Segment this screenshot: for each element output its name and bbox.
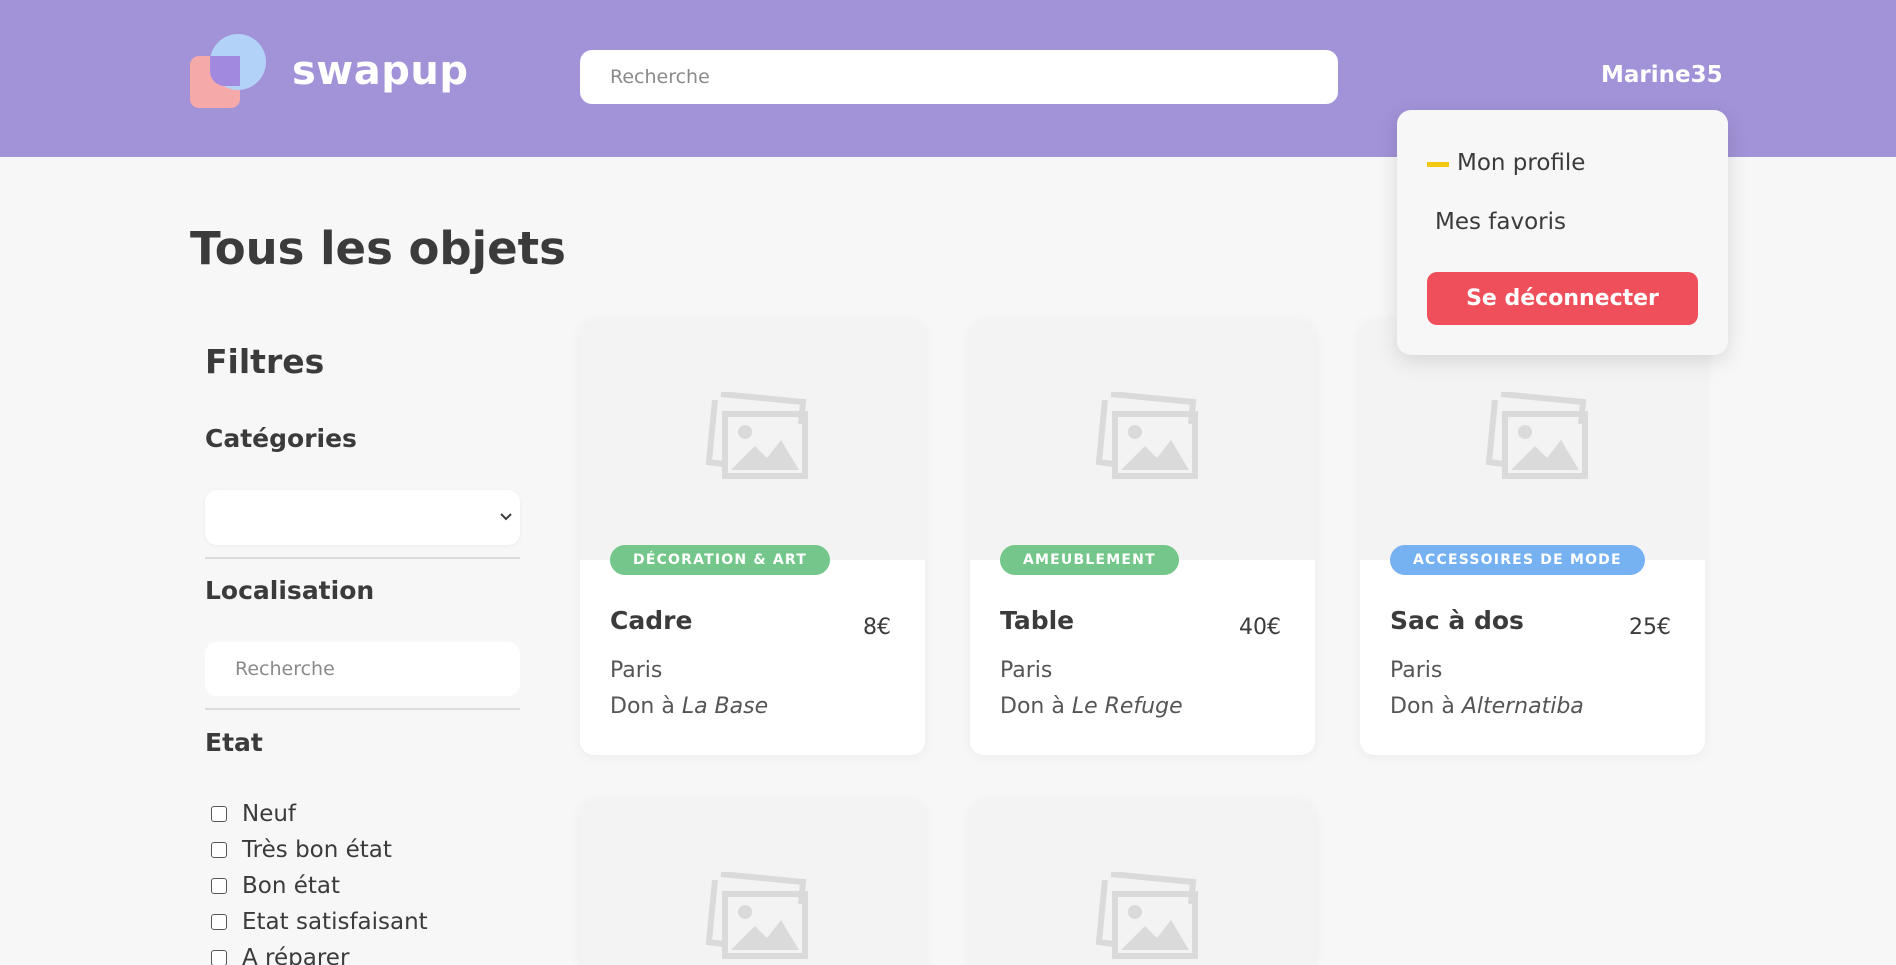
search-input[interactable] (580, 50, 1338, 104)
brand-name[interactable]: swapup (292, 48, 469, 94)
donation-prefix: Don à (1390, 694, 1462, 719)
state-checkbox[interactable] (211, 950, 227, 965)
card-price: 25€ (1629, 615, 1671, 640)
page-title: Tous les objets (190, 222, 566, 275)
category-badge: AMEUBLEMENT (1000, 545, 1179, 575)
categories-select[interactable] (205, 490, 520, 545)
state-checkbox-list: Neuf Très bon état Bon état Etat satisfa… (211, 796, 428, 965)
card-price: 40€ (1239, 615, 1281, 640)
logo-overlap (210, 56, 240, 86)
image-placeholder-icon (705, 872, 808, 959)
item-card[interactable]: AMEUBLEMENT Table 40€ Paris Don à Le Ref… (970, 320, 1315, 755)
card-image (580, 320, 925, 560)
card-city: Paris (1000, 658, 1053, 683)
location-search-input[interactable] (205, 642, 520, 696)
card-price: 8€ (863, 615, 891, 640)
user-dropdown-menu: Mon profile Mes favoris Se déconnecter (1397, 110, 1728, 355)
card-image (580, 800, 925, 965)
state-option-label: Bon état (242, 873, 341, 899)
chevron-down-icon (500, 513, 512, 521)
card-city: Paris (1390, 658, 1443, 683)
card-image (970, 800, 1315, 965)
card-donation: Don à Le Refuge (1000, 694, 1183, 719)
image-placeholder-icon (1095, 872, 1198, 959)
swapup-logo[interactable] (190, 34, 270, 110)
state-checkbox[interactable] (211, 806, 227, 822)
categories-label: Catégories (205, 424, 357, 453)
item-card[interactable]: DÉCORATION & ART Cadre 8€ Paris Don à La… (580, 320, 925, 755)
state-label: Etat (205, 728, 263, 757)
card-title: Sac à dos (1390, 606, 1524, 635)
state-checkbox[interactable] (211, 878, 227, 894)
card-donation: Don à La Base (610, 694, 768, 719)
menu-item-profile[interactable]: Mon profile (1457, 150, 1585, 176)
state-option-label: Etat satisfaisant (242, 909, 428, 935)
state-option[interactable]: Neuf (211, 796, 428, 832)
user-menu-toggle[interactable]: Marine35 (1601, 62, 1723, 88)
category-badge: ACCESSOIRES DE MODE (1390, 545, 1645, 575)
filter-divider (205, 557, 520, 559)
state-option-label: Très bon état (242, 837, 392, 863)
card-image (970, 320, 1315, 560)
card-title: Cadre (610, 606, 693, 635)
state-checkbox[interactable] (211, 914, 227, 930)
item-card[interactable]: ACCESSOIRES DE MODE Sac à dos 25€ Paris … (1360, 320, 1705, 755)
active-item-marker (1427, 162, 1449, 167)
donation-prefix: Don à (1000, 694, 1072, 719)
state-option[interactable]: A réparer (211, 940, 428, 965)
card-donation: Don à Alternatiba (1390, 694, 1584, 719)
image-placeholder-icon (1095, 392, 1198, 479)
card-image (1360, 320, 1705, 560)
donation-prefix: Don à (610, 694, 682, 719)
donation-org: La Base (681, 694, 769, 719)
image-placeholder-icon (1485, 392, 1588, 479)
category-badge: DÉCORATION & ART (610, 545, 830, 575)
card-title: Table (1000, 606, 1075, 635)
card-city: Paris (610, 658, 663, 683)
state-option[interactable]: Etat satisfaisant (211, 904, 428, 940)
item-card[interactable] (970, 800, 1315, 965)
filters-title: Filtres (205, 342, 325, 381)
filter-divider (205, 708, 520, 710)
donation-org: Alternatiba (1461, 694, 1584, 719)
image-placeholder-icon (705, 392, 808, 479)
menu-item-favorites[interactable]: Mes favoris (1435, 209, 1566, 235)
donation-org: Le Refuge (1071, 694, 1183, 719)
logout-button[interactable]: Se déconnecter (1427, 272, 1698, 325)
state-option-label: A réparer (242, 945, 350, 965)
state-option-label: Neuf (242, 801, 297, 827)
state-option[interactable]: Bon état (211, 868, 428, 904)
item-card[interactable] (580, 800, 925, 965)
state-option[interactable]: Très bon état (211, 832, 428, 868)
location-label: Localisation (205, 576, 375, 605)
state-checkbox[interactable] (211, 842, 227, 858)
